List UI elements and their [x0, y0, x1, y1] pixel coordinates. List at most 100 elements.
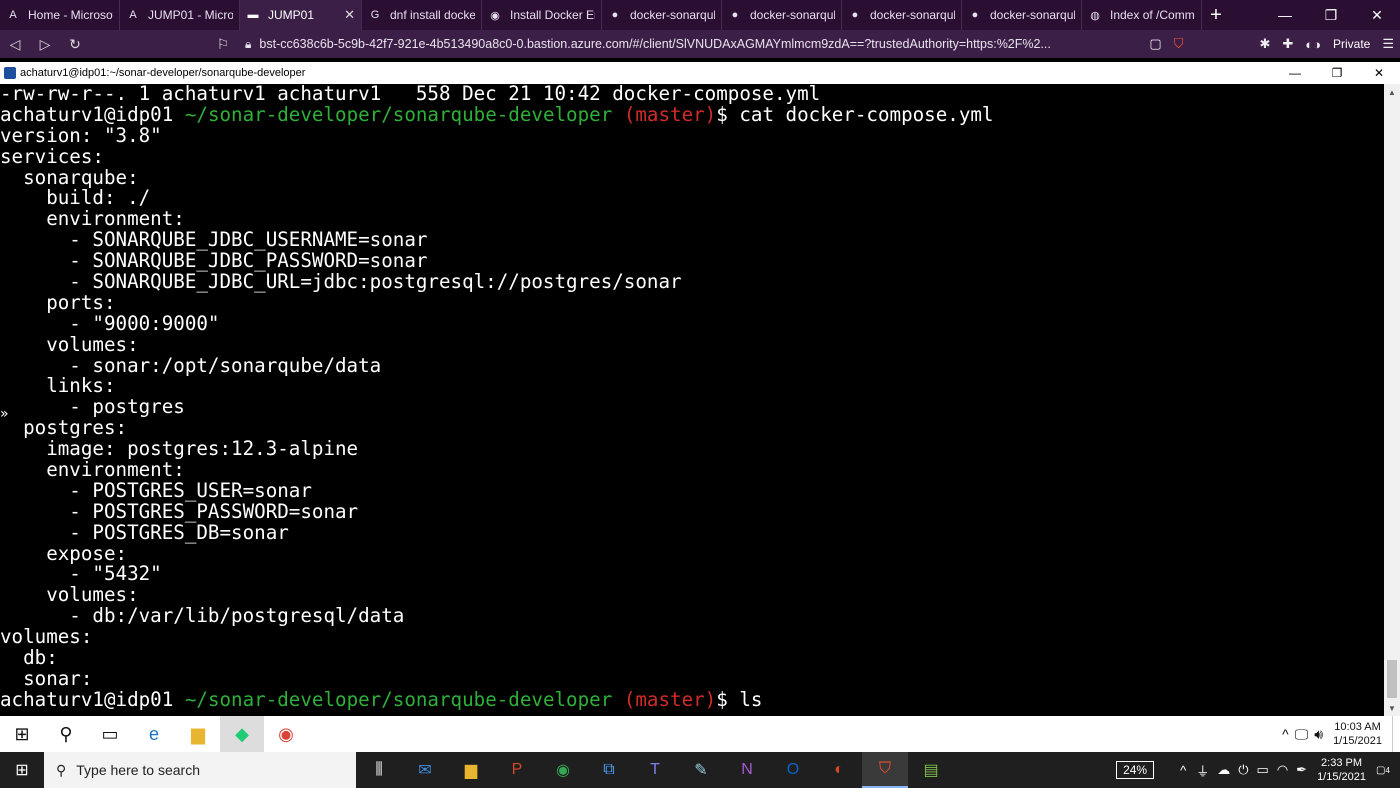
output-line: volumes:	[0, 625, 93, 649]
show-desktop[interactable]	[1392, 716, 1400, 752]
tab-close-icon[interactable]: ✕	[344, 7, 355, 23]
private-label: Private	[1332, 37, 1371, 51]
back-icon[interactable]: ◁	[0, 30, 30, 58]
file-explorer-icon[interactable]: ▆	[448, 752, 494, 788]
volume-icon[interactable]: 🔊︎	[1314, 726, 1323, 743]
browser-toolbar-right: ▢ ⛉ ✱ ✚ ◐◑ Private ☰	[1143, 30, 1400, 58]
putty-app-icon[interactable]: ◆	[220, 716, 264, 752]
powerpoint-icon[interactable]: ◐	[816, 752, 862, 788]
file-explorer-icon[interactable]: ▆	[176, 716, 220, 752]
output-line: - "9000:9000"	[0, 311, 220, 335]
browser-tab[interactable]: ● docker-sonarqube	[602, 0, 722, 30]
tab-label: docker-sonarqube	[630, 8, 715, 22]
local-clock[interactable]: 2:33 PM 1/15/2021	[1317, 756, 1366, 784]
close-icon[interactable]: ✕	[1358, 62, 1400, 84]
terminal-output[interactable]: -rw-rw-r--. 1 achaturv1 achaturv1 558 De…	[0, 84, 1384, 716]
search-icon[interactable]: ⚲	[44, 716, 88, 752]
output-line: services:	[0, 144, 104, 168]
github-icon: ●	[851, 9, 859, 21]
search-placeholder: Type here to search	[76, 762, 201, 778]
usb-icon[interactable]: ⏚	[1196, 761, 1209, 780]
browser-tab[interactable]: ◉ Install Docker Eng	[482, 0, 602, 30]
teams-icon[interactable]: T	[632, 752, 678, 788]
browser-tab[interactable]: ● docker-sonarqub	[722, 0, 842, 30]
battery-indicator[interactable]: 24%	[1116, 761, 1155, 779]
wifi-icon[interactable]: ◠	[1277, 762, 1288, 778]
terminal-title-bar: achaturv1@idp01:~/sonar-developer/sonarq…	[0, 62, 1400, 84]
tray-chevron-icon[interactable]: ^	[1180, 763, 1186, 778]
output-line: volumes:	[0, 332, 139, 356]
menu-icon[interactable]: ☰	[1382, 36, 1394, 52]
minimize-icon[interactable]: —	[1274, 62, 1316, 84]
side-expand-icon[interactable]: »	[0, 406, 9, 422]
address-bar[interactable]: 🔒︎ bst-cc638c6b-5c9b-42f7-921e-4b513490a…	[245, 30, 1051, 58]
prompt-line: achaturv1@idp01 ~/sonar-developer/sonarq…	[0, 102, 1384, 126]
scroll-up-icon[interactable]: ▲	[1384, 84, 1400, 100]
brave-browser-icon[interactable]: ⛉	[862, 752, 908, 788]
browser-tab[interactable]: Gdnf install docke	[362, 0, 482, 30]
bookmark-icon[interactable]: ⚐	[208, 30, 238, 58]
onenote-icon[interactable]: N	[724, 752, 770, 788]
azure-icon: A	[129, 9, 137, 21]
tab-label: Home - Microsoft	[28, 8, 113, 22]
scroll-thumb[interactable]	[1387, 660, 1397, 698]
network-icon[interactable]: 🖵︎	[1295, 726, 1309, 743]
notification-icon[interactable]: ▢ 4	[1372, 759, 1394, 781]
reload-icon[interactable]: ↻	[60, 30, 90, 58]
putty-icon	[4, 67, 16, 79]
remote-clock[interactable]: 10:03 AM 1/15/2021	[1333, 720, 1382, 748]
mail-icon[interactable]: ✉	[402, 752, 448, 788]
pen-icon[interactable]: ✒	[1296, 762, 1307, 778]
output-line: - POSTGRES_DB=sonar	[0, 520, 289, 544]
powerpoint-pdf-icon[interactable]: P	[494, 752, 540, 788]
minimize-icon[interactable]: —	[1262, 0, 1308, 30]
output-line: - POSTGRES_USER=sonar	[0, 478, 312, 502]
taskbar-search-box[interactable]: ⚲ Type here to search	[44, 752, 356, 788]
close-icon[interactable]: ✕	[1354, 0, 1400, 30]
output-line: - SONARQUBE_JDBC_PASSWORD=sonar	[0, 249, 428, 273]
task-view-icon[interactable]: ⫼	[356, 752, 402, 788]
chrome-icon[interactable]: ◉	[540, 752, 586, 788]
task-view-icon[interactable]: ▭	[88, 716, 132, 752]
brave-shield-icon[interactable]: ⛉	[1174, 36, 1184, 52]
terminal-scrollbar[interactable]: ▲ ▼	[1384, 84, 1400, 716]
maximize-icon[interactable]: ❐	[1308, 0, 1354, 30]
windows-start-icon[interactable]: ⊞	[0, 716, 44, 752]
clipboard-icon[interactable]: ▢	[1149, 36, 1161, 52]
browser-tab[interactable]: A Home - Microsoft	[0, 0, 120, 30]
remote-date: 1/15/2021	[1333, 735, 1382, 747]
globe-icon: ◍	[1090, 9, 1100, 22]
prompt-command: $ ls	[716, 687, 763, 711]
edge-icon[interactable]: e	[132, 716, 176, 752]
cloud-icon[interactable]: ☁	[1217, 762, 1230, 778]
tab-label: Index of /Comme	[1110, 8, 1195, 22]
lock-icon: 🔒︎	[245, 36, 252, 51]
browser-tab[interactable]: ◍ Index of /Comme	[1082, 0, 1202, 30]
new-tab-button[interactable]: +	[1202, 0, 1230, 30]
power-icon[interactable]: ⏻	[1238, 762, 1248, 778]
google-icon: G	[370, 9, 380, 21]
browser-tab[interactable]: ▬ JUMP01 ✕	[240, 0, 362, 30]
puzzle-icon[interactable]: ✚	[1282, 36, 1293, 52]
tray-chevron-icon[interactable]: ^	[1282, 726, 1289, 742]
scroll-down-icon[interactable]: ▼	[1384, 700, 1400, 716]
forward-icon[interactable]: ▷	[30, 30, 60, 58]
browser-tab[interactable]: ● docker-sonarqub	[962, 0, 1082, 30]
github-icon: ●	[611, 9, 619, 21]
remote-desktop-icon[interactable]: ⧉	[586, 752, 632, 788]
windows-start-icon[interactable]: ⊞	[0, 752, 44, 788]
restore-icon[interactable]: ❐	[1316, 62, 1358, 84]
output-line: image: postgres:12.3-alpine	[0, 437, 359, 461]
notepad-icon[interactable]: ▤	[908, 752, 954, 788]
battery-icon[interactable]: ▭	[1257, 762, 1269, 778]
prompt-user: achaturv1@idp01	[0, 687, 185, 711]
output-line: environment:	[0, 207, 185, 231]
outlook-icon[interactable]: O	[770, 752, 816, 788]
chrome-icon[interactable]: ◉	[264, 716, 308, 752]
paint-icon[interactable]: ✎	[678, 752, 724, 788]
extension-icon[interactable]: ✱	[1259, 36, 1270, 52]
browser-tab[interactable]: ● docker-sonarqub	[842, 0, 962, 30]
browser-tab[interactable]: A JUMP01 - Microso	[120, 0, 240, 30]
prompt-path: ~/sonar-developer/sonarqube-developer	[184, 102, 613, 126]
prompt-path: ~/sonar-developer/sonarqube-developer	[184, 687, 613, 711]
